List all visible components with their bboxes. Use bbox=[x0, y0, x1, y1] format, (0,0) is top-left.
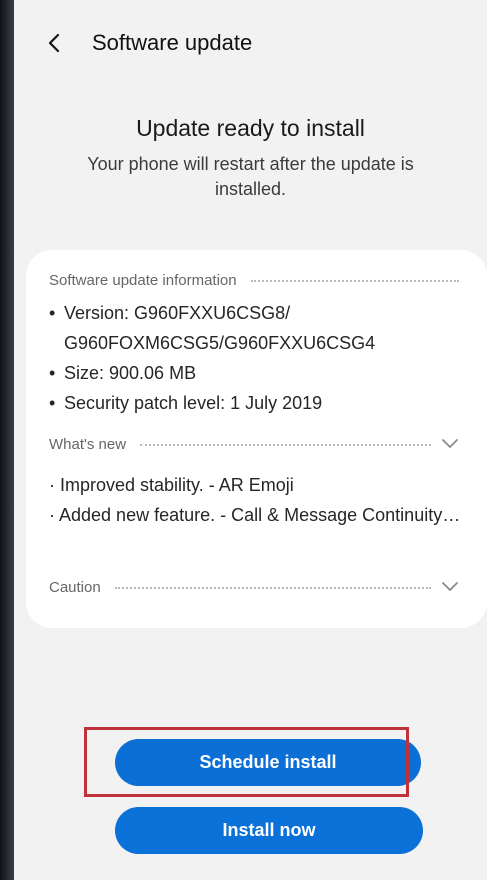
chevron-down-icon[interactable] bbox=[441, 438, 459, 450]
whats-new-header[interactable]: What's new bbox=[49, 434, 459, 454]
dotted-divider bbox=[140, 444, 431, 446]
back-arrow-icon[interactable] bbox=[44, 32, 66, 54]
list-item: • Size: 900.06 MB bbox=[49, 358, 469, 388]
caution-header[interactable]: Caution bbox=[49, 577, 459, 597]
whats-new-line: · Added new feature. - Call & Message Co… bbox=[49, 505, 461, 525]
app-bar: Software update bbox=[14, 22, 487, 66]
whats-new-label: What's new bbox=[49, 435, 127, 453]
dotted-divider bbox=[250, 280, 459, 282]
update-status-subtitle: Your phone will restart after the update… bbox=[87, 154, 414, 199]
info-size: Size: 900.06 MB bbox=[64, 363, 197, 383]
device-frame: Software update Update ready to install … bbox=[0, 0, 487, 880]
highlight-box bbox=[84, 727, 409, 797]
caution-label: Caution bbox=[49, 578, 101, 596]
info-section-label: Software update information bbox=[49, 271, 237, 289]
info-list: • Version: G960FXXU6CSG8/ G960FOXM6CSG5/… bbox=[49, 298, 469, 418]
dotted-divider bbox=[114, 587, 431, 589]
device-bezel bbox=[0, 0, 14, 880]
update-status-title: Update ready to install bbox=[136, 115, 365, 141]
install-now-button[interactable]: Install now bbox=[115, 807, 423, 854]
list-item: • Version: G960FXXU6CSG8/ G960FOXM6CSG5/… bbox=[49, 298, 469, 358]
chevron-down-icon[interactable] bbox=[441, 581, 459, 593]
update-info-card: Software update information • Version: G… bbox=[26, 250, 487, 628]
info-version: Version: G960FXXU6CSG8/ G960FOXM6CSG5/G9… bbox=[64, 303, 376, 353]
info-security-patch: Security patch level: 1 July 2019 bbox=[64, 393, 323, 413]
whats-new-content: · Improved stability. - AR Emoji · Added… bbox=[49, 470, 469, 530]
page-title: Software update bbox=[92, 30, 253, 55]
info-section-header: Software update information bbox=[49, 270, 459, 290]
list-item: • Security patch level: 1 July 2019 bbox=[49, 388, 469, 418]
whats-new-line: · Improved stability. - AR Emoji bbox=[49, 475, 294, 495]
